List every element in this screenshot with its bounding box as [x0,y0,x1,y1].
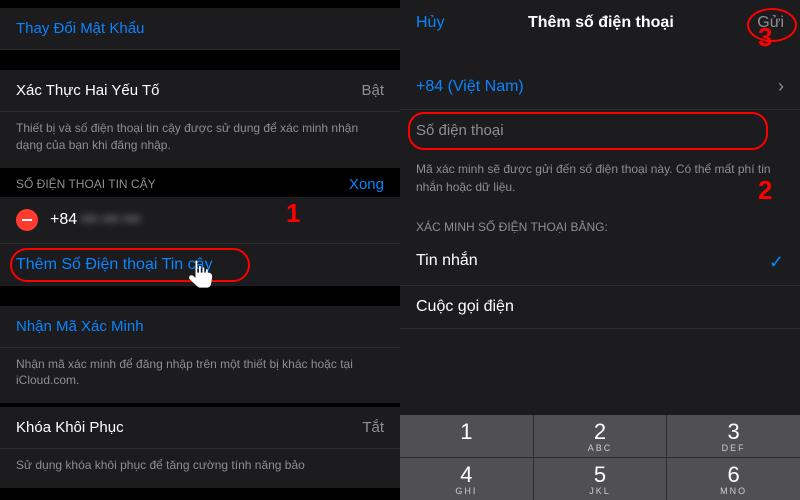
numeric-keypad: 1 2ABC 3DEF 4GHI 5JKL 6MNO [400,415,800,500]
recovery-key-label: Khóa Khôi Phục [16,419,124,436]
verify-call-label: Cuộc gọi điện [416,298,514,316]
annotation-marker-2: 2 [758,175,772,206]
country-label: +84 (Việt Nam) [416,78,524,96]
phone-prefix: +84 [50,211,77,229]
phone-hidden: ••• ••• ••• [81,211,140,229]
recovery-key-row[interactable]: Khóa Khôi Phục Tắt [0,407,400,449]
done-button[interactable]: Xong [349,176,384,193]
verify-sms-row[interactable]: Tin nhắn ✓ [400,240,800,286]
recovery-footer: Sử dụng khóa khôi phục để tăng cường tín… [0,449,400,488]
check-icon: ✓ [769,252,784,273]
info-text: Mã xác minh sẽ được gửi đến số điện thoạ… [400,152,800,212]
cancel-button[interactable]: Hủy [416,14,444,32]
verify-sms-label: Tin nhắn [416,252,478,273]
verify-call-row[interactable]: Cuộc gọi điện [400,286,800,329]
left-screenshot: Thay Đổi Mật Khẩu Xác Thực Hai Yếu Tố Bậ… [0,0,400,500]
two-factor-footer: Thiết bị và số điện thoại tin cậy được s… [0,112,400,168]
trusted-header: SỐ ĐIỆN THOẠI TIN CẬY Xong [0,168,400,197]
phone-input-row[interactable] [400,110,800,152]
key-2[interactable]: 2ABC [534,415,667,457]
two-factor-label: Xác Thực Hai Yếu Tố [16,82,159,99]
pointer-icon [178,256,220,303]
modal-title: Thêm số điện thoại [528,14,674,32]
get-code-footer: Nhận mã xác minh để đăng nhập trên một t… [0,348,400,404]
change-password-row[interactable]: Thay Đổi Mật Khẩu [0,8,400,50]
key-3[interactable]: 3DEF [667,415,800,457]
key-6[interactable]: 6MNO [667,458,800,500]
remove-icon[interactable] [16,209,38,231]
phone-input[interactable] [416,122,784,139]
right-screenshot: Hủy Thêm số điện thoại Gửi +84 (Việt Nam… [400,0,800,500]
annotation-marker-3: 3 [758,22,772,53]
two-factor-value: Bật [361,82,384,99]
key-1[interactable]: 1 [400,415,533,457]
country-row[interactable]: +84 (Việt Nam) › [400,64,800,110]
key-4[interactable]: 4GHI [400,458,533,500]
key-5[interactable]: 5JKL [534,458,667,500]
modal-nav: Hủy Thêm số điện thoại Gửi [400,0,800,46]
verify-header: XÁC MINH SỐ ĐIỆN THOẠI BẰNG: [400,212,800,240]
two-factor-row[interactable]: Xác Thực Hai Yếu Tố Bật [0,70,400,112]
recovery-key-value: Tắt [362,419,384,436]
get-code-row[interactable]: Nhận Mã Xác Minh [0,306,400,348]
annotation-marker-1: 1 [286,198,300,229]
chevron-right-icon: › [778,76,784,97]
trusted-phone-row[interactable]: +84 ••• ••• ••• [0,197,400,244]
